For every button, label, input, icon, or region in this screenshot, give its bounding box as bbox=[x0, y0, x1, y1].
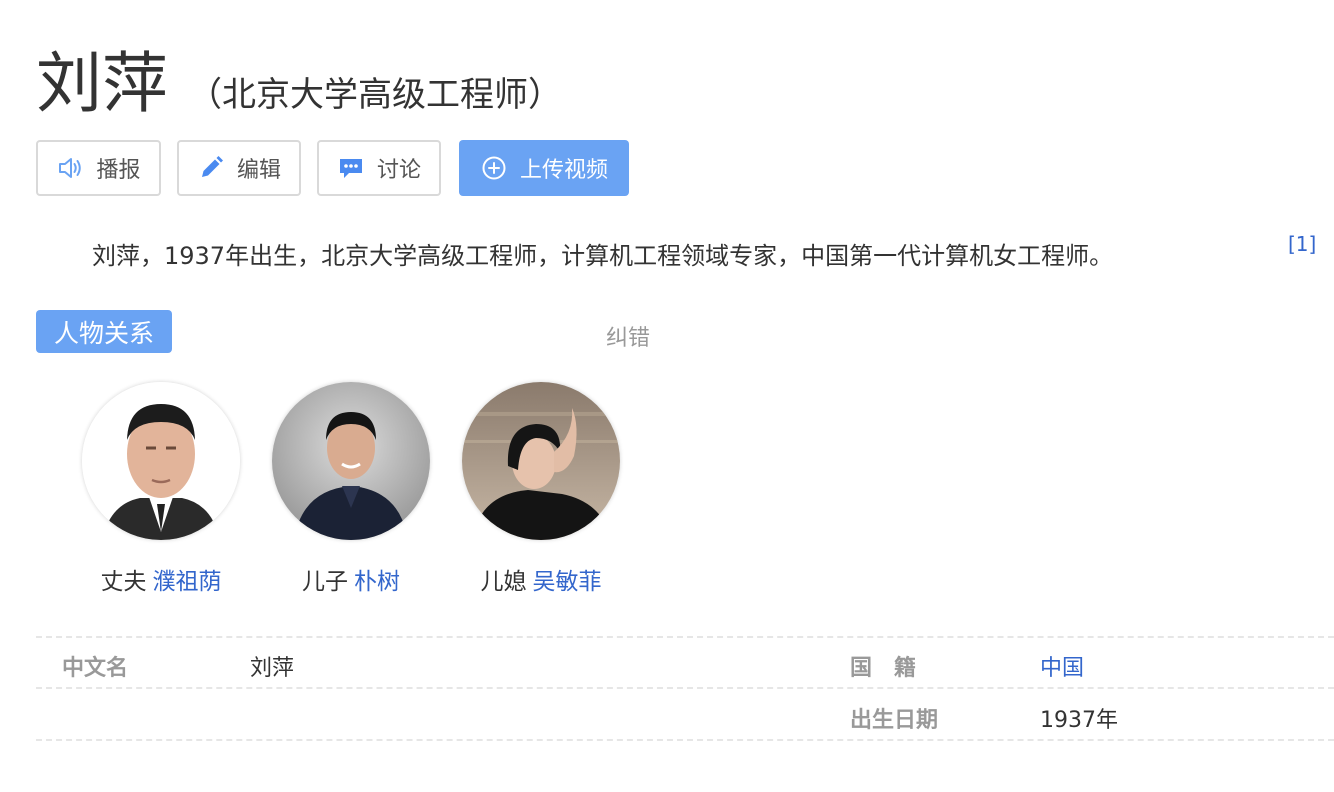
nationality-label: 国 籍 bbox=[850, 656, 917, 681]
relation-card-son[interactable]: 儿子 朴树 bbox=[261, 382, 441, 596]
info-divider bbox=[36, 687, 1334, 689]
relation-type: 儿媳 bbox=[480, 569, 527, 595]
avatar[interactable] bbox=[272, 382, 430, 540]
avatar[interactable] bbox=[82, 382, 240, 540]
pencil-icon bbox=[197, 154, 225, 182]
correct-error-link[interactable]: 纠错 bbox=[606, 320, 650, 352]
birth-date-value: 1937年 bbox=[1040, 708, 1118, 733]
entry-summary: 刘萍，1937年出生，北京大学高级工程师，计算机工程领域专家，中国第一代计算机女… bbox=[92, 242, 1114, 270]
speaker-icon bbox=[56, 154, 84, 182]
broadcast-button[interactable]: 播报 bbox=[36, 140, 161, 196]
relation-caption: 儿媳 吴敏菲 bbox=[451, 562, 631, 596]
entry-title: 刘萍 （北京大学高级工程师） bbox=[36, 44, 562, 135]
citation-link[interactable]: [1] bbox=[1288, 232, 1316, 256]
entry-toolbar: 播报 编辑 讨论 上传视频 bbox=[36, 140, 629, 196]
plus-circle-icon bbox=[480, 154, 508, 182]
relation-card-daughter-in-law[interactable]: 儿媳 吴敏菲 bbox=[451, 382, 631, 596]
upload-video-button[interactable]: 上传视频 bbox=[459, 140, 629, 196]
relation-caption: 丈夫 濮祖荫 bbox=[71, 562, 251, 596]
relation-person-name[interactable]: 吴敏菲 bbox=[533, 569, 602, 595]
chinese-name-label: 中文名 bbox=[62, 656, 129, 681]
info-divider bbox=[36, 739, 1334, 741]
chat-bubble-icon bbox=[337, 154, 365, 182]
baike-entry-page: 刘萍 （北京大学高级工程师） 播报 编辑 讨论 上传视频 刘萍，1937年出生，… bbox=[0, 0, 1334, 792]
info-divider bbox=[36, 636, 1334, 638]
birth-date-label: 出生日期 bbox=[850, 708, 939, 733]
relation-person-name[interactable]: 朴树 bbox=[354, 569, 400, 595]
discuss-button[interactable]: 讨论 bbox=[317, 140, 441, 196]
nationality-value-link[interactable]: 中国 bbox=[1040, 650, 1084, 682]
edit-button[interactable]: 编辑 bbox=[177, 140, 301, 196]
broadcast-label: 播报 bbox=[96, 158, 141, 183]
relation-type: 儿子 bbox=[302, 569, 348, 595]
relation-caption: 儿子 朴树 bbox=[261, 562, 441, 596]
relations-heading: 人物关系 bbox=[36, 310, 172, 353]
edit-label: 编辑 bbox=[236, 158, 281, 183]
chinese-name-value: 刘萍 bbox=[250, 656, 295, 681]
relation-type: 丈夫 bbox=[100, 569, 147, 595]
discuss-label: 讨论 bbox=[376, 158, 421, 183]
entry-name: 刘萍 bbox=[36, 45, 168, 122]
avatar[interactable] bbox=[462, 382, 620, 540]
entry-subtitle: （北京大学高级工程师） bbox=[188, 75, 562, 115]
relation-card-husband[interactable]: 丈夫 濮祖荫 bbox=[71, 382, 251, 596]
relation-person-name[interactable]: 濮祖荫 bbox=[153, 569, 222, 595]
upload-video-label: 上传视频 bbox=[519, 158, 608, 183]
